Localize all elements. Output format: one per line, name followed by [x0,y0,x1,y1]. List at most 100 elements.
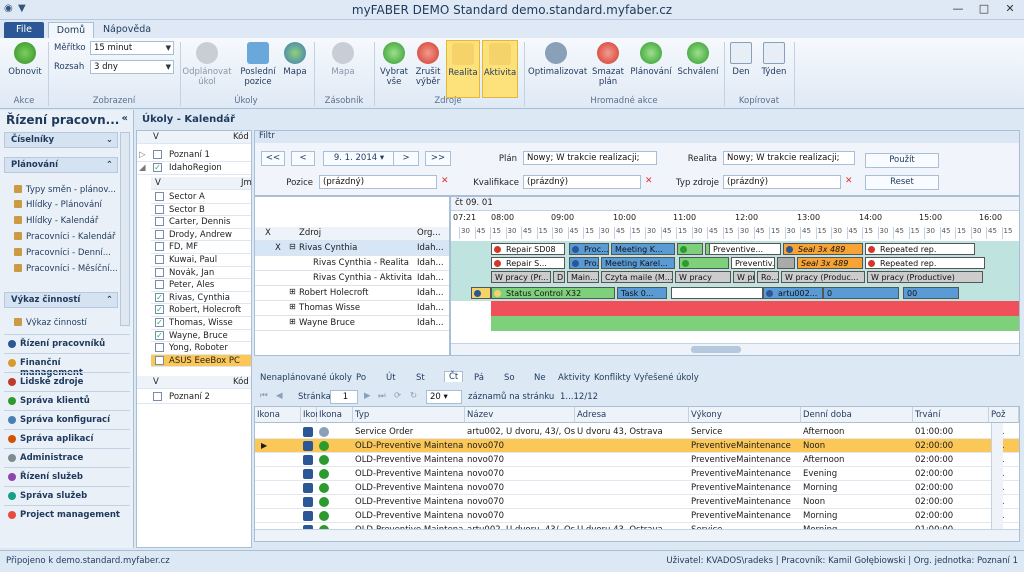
gantt-h-scrollbar[interactable] [451,343,1019,355]
module-lidske-zdroje[interactable]: Lidské zdroje [4,372,130,390]
grid-column-header[interactable]: Denní doba [801,407,913,423]
grid-column-header[interactable]: Typ [353,407,465,423]
people-checkbox[interactable] [155,280,164,290]
nav-scrollbar[interactable] [120,132,130,326]
nav-section-vykaz[interactable]: Výkaz činností ⌃ [4,292,118,308]
clear-typ-icon[interactable]: ✕ [845,176,853,186]
gantt-bar[interactable]: artu002... [763,287,823,299]
module-sprava-klientu[interactable]: Správa klientů [4,391,130,409]
nav-item-hlidky-planovani[interactable]: Hlídky - Plánování [14,200,102,210]
people-checkbox[interactable] [155,229,164,239]
tree-row-idaho[interactable]: ◢ ✓ IdahoRegion [137,162,251,175]
lower-tab[interactable]: Aktivity [558,373,590,383]
people-checkbox[interactable] [155,217,164,227]
gantt-bar[interactable]: Seal 3x 489 [783,243,863,255]
gantt-bar[interactable] [677,243,703,255]
mapa-zasobnik-button[interactable]: Mapa [326,40,360,98]
gantt-bar[interactable]: Meeting Karel... [601,257,675,269]
page-input[interactable]: 1 [330,390,358,404]
tab-file[interactable]: File [4,22,44,38]
clear-pozice-icon[interactable]: ✕ [441,176,449,186]
first-page-icon[interactable]: ⏮ [260,391,268,401]
gantt-bar[interactable]: W pracy [675,271,731,283]
resource-row[interactable]: ⊟ X Rivas Cynthia Idah... [255,241,449,256]
nav-item-pracovnici-kalendar[interactable]: Pracovníci - Kalendář [14,232,116,242]
people-row[interactable]: ✓ Rivas, Cynthia [151,292,251,305]
module-administrace[interactable]: Administrace [4,448,130,466]
grid-column-header[interactable]: Ikona [301,407,326,423]
grid-v-scrollbar[interactable] [991,423,1003,529]
tab-napoveda[interactable]: Nápověda [100,22,154,38]
zrusit-vyber-button[interactable]: Zrušit výběr [412,40,444,98]
grid-column-header[interactable]: Název [465,407,575,423]
optimalizovat-button[interactable]: Optimalizovat [528,40,587,98]
table-row[interactable]: ▶ OLD-Preventive Maintena... novo070 Preven… [255,439,1019,453]
minimize-button[interactable]: — [946,1,970,17]
gantt-bar[interactable]: Ro... [757,271,779,283]
people-checkbox[interactable] [155,242,164,252]
next-page-icon[interactable]: ▶ [364,391,371,401]
kvalifikace-select[interactable]: (prázdný) [523,175,641,189]
people-row[interactable]: Peter, Ales [151,279,251,292]
tree-row-poznani1[interactable]: ▷ Poznaní 1 [137,149,251,162]
people-row[interactable]: Kuwai, Paul [151,254,251,267]
lower-tab[interactable]: Konflikty [594,373,631,383]
nav-item-pracovnici-mesicni[interactable]: Pracovníci - Měsíční... [14,264,118,274]
people-row[interactable]: ✓ Thomas, Wisse [151,317,251,330]
den-button[interactable]: Den [728,40,754,98]
odplanovat-button[interactable]: Odplánovat úkol [182,40,232,98]
gantt-bar[interactable]: W pracy [733,271,755,283]
expand-icon[interactable]: ⊞ [289,317,296,326]
gantt-bar[interactable]: Repair S... [491,257,565,269]
expand-icon[interactable]: ⊟ [289,242,296,251]
refresh-icon[interactable]: ⟳ [394,391,401,401]
grid-h-scrollbar[interactable] [255,529,1019,541]
mapa-button[interactable]: Mapa [282,40,308,98]
grid-column-header[interactable]: Pož [989,407,1019,423]
resource-row[interactable]: ⊞ Wayne Bruce Idah... [255,316,449,331]
gantt-bar[interactable]: Repeated rep. [865,243,975,255]
table-row[interactable]: Service Order artu002, U dvoru, 43/, Ostr… [255,425,1019,439]
resource-row[interactable]: ⊞ Thomas Wisse Idah... [255,301,449,316]
people-checkbox[interactable] [155,192,164,201]
obnovit-button[interactable]: Obnovit [4,40,46,98]
page-size-select[interactable]: 20 ▾ [426,390,462,404]
meritko-select[interactable]: 15 minut ▼ [90,41,174,55]
gantt-bar[interactable]: Status Control X32 [491,287,615,299]
apply-button[interactable]: Použít [865,153,939,168]
resource-row[interactable]: ⊞ Robert Holecroft Idah... [255,286,449,301]
lower-tab[interactable]: So [504,373,515,383]
module-rizeni-sluzeb[interactable]: Řízení služeb [4,467,130,485]
people-row[interactable]: Sector A [151,191,251,204]
resource-row[interactable]: Rivas Cynthia - Realita Idah... [255,256,449,271]
posledni-pozice-button[interactable]: Poslední pozice [236,40,280,98]
expand-icon[interactable]: ⊞ [289,287,296,296]
grid-column-header[interactable]: Ikona [255,407,301,423]
collapse-icon[interactable]: « [122,113,128,124]
realita-select[interactable]: Nowy; W trakcie realizacji; Dos [723,151,855,165]
next-button[interactable]: > [393,151,419,166]
module-rizeni-pracovniku[interactable]: Řízení pracovníků [4,334,130,352]
grid-column-header[interactable]: Výkony [689,407,801,423]
reload-icon[interactable]: ↻ [410,391,417,401]
people-checkbox[interactable]: ✓ [155,318,164,327]
people-row[interactable]: FD, MF [151,241,251,254]
gantt-bar[interactable]: W pracy (Pr... [491,271,551,283]
gantt-bar[interactable]: Repair SD08 [491,243,565,255]
gantt-bar[interactable]: 00 [903,287,959,299]
module-financni[interactable]: Finanční management [4,353,130,378]
people-checkbox[interactable]: ✓ [155,330,164,340]
people-checkbox[interactable] [155,267,164,277]
module-project-management[interactable]: Project management [4,505,130,523]
people-checkbox[interactable]: ✓ [155,292,164,302]
people-checkbox[interactable] [155,204,164,214]
people-row[interactable]: Sector B [151,204,251,217]
gantt-bar[interactable] [777,257,795,269]
nav-item-pracovnici-denni[interactable]: Pracovníci - Denní... [14,248,111,258]
people-checkbox[interactable] [155,355,164,365]
gantt-bar[interactable]: Proc... [569,243,609,255]
lower-tab[interactable]: Po [356,373,366,383]
module-sprava-konfiguraci[interactable]: Správa konfigurací [4,410,130,428]
lower-tab[interactable]: Pá [474,373,484,383]
table-row[interactable]: OLD-Preventive Maintena... novo070 Prevent… [255,453,1019,467]
